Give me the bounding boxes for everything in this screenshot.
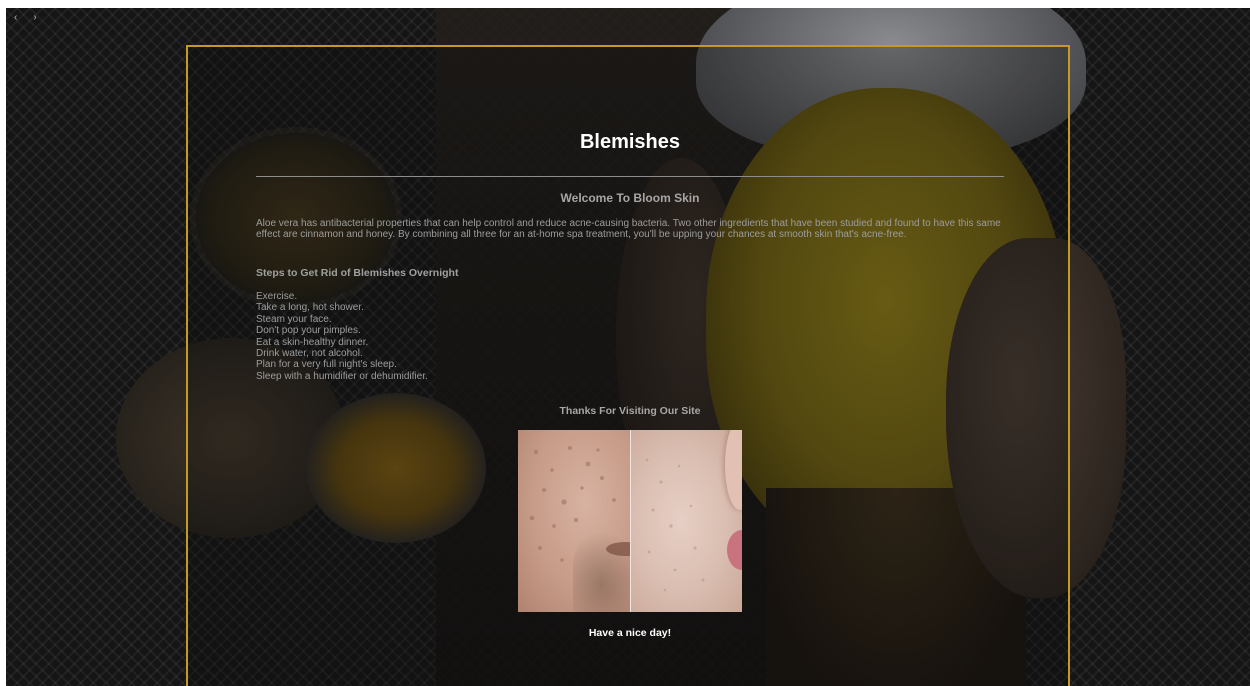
before-after-image [518,430,742,612]
browser-nav: ‹ › [14,12,37,23]
steps-list: Exercise. Take a long, hot shower. Steam… [256,291,656,382]
page-viewport: ‹ › Blemishes Welcome To Bloom Skin Aloe… [6,8,1250,686]
before-skin-photo [518,430,630,612]
title-divider [256,176,1004,177]
list-item: Plan for a very full night's sleep. [256,359,397,371]
intro-paragraph: Aloe vera has antibacterial properties t… [256,218,1001,240]
list-item: Sleep with a humidifier or dehumidifier. [256,370,428,382]
list-item: Eat a skin-healthy dinner. [256,336,369,348]
thanks-text: Thanks For Visiting Our Site [559,405,701,417]
list-item: Take a long, hot shower. [256,302,364,314]
list-item: Drink water, not alcohol. [256,348,363,360]
chevron-right-icon[interactable]: › [33,12,36,23]
chevron-left-icon[interactable]: ‹ [14,12,17,23]
goodbye-text: Have a nice day! [588,627,672,639]
welcome-heading: Welcome To Bloom Skin [560,191,700,205]
page-title: Blemishes [579,131,681,153]
list-item: Exercise. [256,291,298,302]
list-item: Steam your face. [256,313,332,325]
after-skin-photo [629,430,742,612]
list-item: Don't pop your pimples. [256,325,361,337]
steps-heading: Steps to Get Rid of Blemishes Overnight [256,267,459,279]
